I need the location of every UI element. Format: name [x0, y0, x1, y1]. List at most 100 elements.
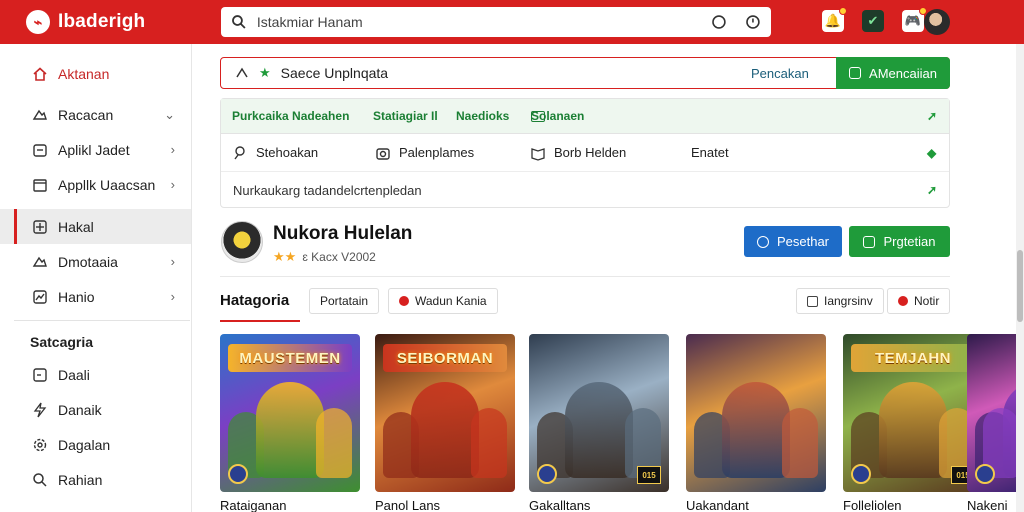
developer-avatar[interactable]: [221, 221, 263, 263]
panel-item-label[interactable]: Enatet: [691, 145, 729, 160]
game-banner-text: TEMJAHN: [851, 344, 975, 372]
sidebar-item-appllk-uaacsan[interactable]: Appllk Uaacsan ›: [0, 167, 191, 202]
sidebar-item-aktanan[interactable]: Aktanan: [0, 56, 191, 91]
search-bar[interactable]: [221, 7, 771, 37]
game-card[interactable]: SEIBORMAN Panol Lans: [375, 334, 515, 512]
gamepad-icon[interactable]: 🎮: [902, 7, 927, 32]
notification-icon[interactable]: 🔔: [822, 7, 847, 32]
book-icon: [530, 145, 546, 161]
game-badge-icon: [851, 464, 871, 484]
game-thumbnail[interactable]: 015: [529, 334, 669, 492]
sidebar-item-dmotaaia[interactable]: Dmotaaia ›: [0, 244, 191, 279]
category-tabs: Hatagoria Portatain Wadun Kania Iangrsin…: [220, 288, 951, 324]
panel-header-cell[interactable]: Statiagiar Il: [373, 109, 438, 123]
age-rating-badge: 015: [637, 466, 661, 484]
game-banner-text: MAUSTEMEN: [228, 344, 352, 372]
sidebar-item-hanio[interactable]: Hanio ›: [0, 279, 191, 314]
sidebar-item-label: Daali: [58, 366, 90, 383]
caret-icon: [235, 66, 249, 80]
panel-item[interactable]: Stehoakan: [232, 145, 318, 161]
game-title[interactable]: Panol Lans: [375, 498, 515, 512]
camera-icon: [375, 145, 391, 161]
game-thumbnail[interactable]: SEIBORMAN: [375, 334, 515, 492]
game-thumbnail[interactable]: MAUSTEMEN: [220, 334, 360, 492]
game-banner-text: SEIBORMAN: [383, 344, 507, 372]
user-avatar[interactable]: [924, 9, 950, 35]
chevron-right-icon: ›: [170, 177, 175, 192]
sidebar-item-label: Hanio: [58, 288, 95, 305]
panel-item-label: Palenplames: [399, 145, 475, 160]
game-card[interactable]: 015 Gakalltans: [529, 334, 669, 512]
panel-item-label: Borb Helden: [554, 145, 627, 160]
notice-link[interactable]: Pencakan: [751, 66, 809, 81]
sidebar: Aktanan Racacan ⌄ Aplikl Jadet › Appllk …: [0, 44, 192, 512]
app-icon: [32, 142, 48, 158]
game-card[interactable]: TEMJAHN 015 Folleliolen: [843, 334, 983, 512]
panel-item-label: Stehoakan: [256, 145, 319, 160]
notice-action-button[interactable]: AMencaiian: [836, 57, 950, 89]
developer-meta-text: ɛ Kacx V2002: [302, 250, 376, 264]
filter-chip[interactable]: Portatain: [309, 288, 380, 314]
sidebar-item-label: Appllk Uaacsan: [58, 176, 156, 193]
sidebar-subitem-daali[interactable]: Daali: [0, 357, 191, 392]
game-thumbnail[interactable]: [686, 334, 826, 492]
filter-chip[interactable]: Iangrsinv: [796, 288, 884, 314]
filter-chip[interactable]: Notir: [887, 288, 951, 314]
sidebar-subitem-rahian[interactable]: Rahian: [0, 462, 191, 497]
sidebar-subitem-danaik[interactable]: Danaik: [0, 392, 191, 427]
sidebar-item-hakal[interactable]: Hakal: [0, 209, 191, 244]
app-logo[interactable]: ⌁ Ibaderigh: [26, 10, 216, 34]
panel-item[interactable]: Palenplames: [375, 145, 474, 161]
panel-item[interactable]: Borb Helden: [530, 145, 626, 161]
filter-chip-label: Wadun Kania: [415, 294, 487, 308]
panel-header-cell[interactable]: Naedioks: [456, 109, 509, 123]
install-button[interactable]: Prgtetian: [849, 226, 950, 257]
game-title[interactable]: Folleliolen: [843, 498, 983, 512]
logo-mark-icon: ⌁: [26, 10, 50, 34]
sidebar-item-racacan[interactable]: Racacan ⌄: [0, 97, 191, 132]
scrollbar[interactable]: [1016, 44, 1024, 512]
sidebar-subitem-dagalan[interactable]: Dagalan: [0, 427, 191, 462]
gear-icon: [32, 437, 48, 453]
game-card[interactable]: Uakandant: [686, 334, 826, 512]
location-icon: [399, 296, 409, 306]
follow-button[interactable]: Pesethar: [744, 226, 842, 257]
record-icon[interactable]: [711, 14, 727, 30]
arrow-icon[interactable]: ➚: [927, 184, 937, 196]
game-title[interactable]: Gakalltans: [529, 498, 669, 512]
search-icon: [232, 15, 246, 29]
mountain-icon: [32, 254, 48, 270]
filter-chip-label: Notir: [914, 294, 940, 308]
game-card[interactable]: MAUSTEMEN Rataiganan: [220, 334, 360, 512]
hero-figure: [722, 382, 790, 478]
cloud-icon: [32, 107, 48, 123]
tab-active[interactable]: Hatagoria: [220, 292, 289, 309]
panel-header-cell[interactable]: Purkcaika Nadeahen: [232, 109, 349, 123]
character-figure: [782, 408, 818, 478]
sidebar-item-label: Dmotaaia: [58, 253, 118, 270]
clock-icon[interactable]: [745, 14, 761, 30]
character-figure: [471, 408, 507, 478]
notification-badge: [839, 7, 847, 15]
sidebar-item-label: Rahian: [58, 471, 103, 488]
bolt-icon: [32, 402, 48, 418]
square-icon: [32, 367, 48, 383]
arrow-icon[interactable]: ➚: [927, 110, 937, 122]
sidebar-item-aplikl-jadet[interactable]: Aplikl Jadet ›: [0, 132, 191, 167]
notice-title: Saece Unplnqata: [280, 65, 389, 81]
arrow-icon[interactable]: ◆: [927, 147, 937, 159]
filter-chip[interactable]: Wadun Kania: [388, 288, 498, 314]
game-thumbnail[interactable]: TEMJAHN 015: [843, 334, 983, 492]
top-bar: ⌁ Ibaderigh 🔔 ✔ 🎮: [0, 0, 1024, 44]
checklist-icon[interactable]: ✔: [862, 10, 884, 32]
game-title[interactable]: Uakandant: [686, 498, 826, 512]
notice-title-wrap: ★ Saece Unplnqata: [235, 65, 388, 81]
search-input[interactable]: [256, 14, 694, 30]
notice-bar: ★ Saece Unplnqata Pencakan AMencaiian: [220, 57, 950, 89]
character-figure: [316, 408, 352, 478]
sidebar-section-heading: Satcagria: [30, 334, 94, 350]
window-icon: [32, 177, 48, 193]
install-button-label: Prgtetian: [883, 234, 936, 249]
scrollbar-thumb[interactable]: [1017, 250, 1023, 322]
game-title[interactable]: Rataiganan: [220, 498, 360, 512]
